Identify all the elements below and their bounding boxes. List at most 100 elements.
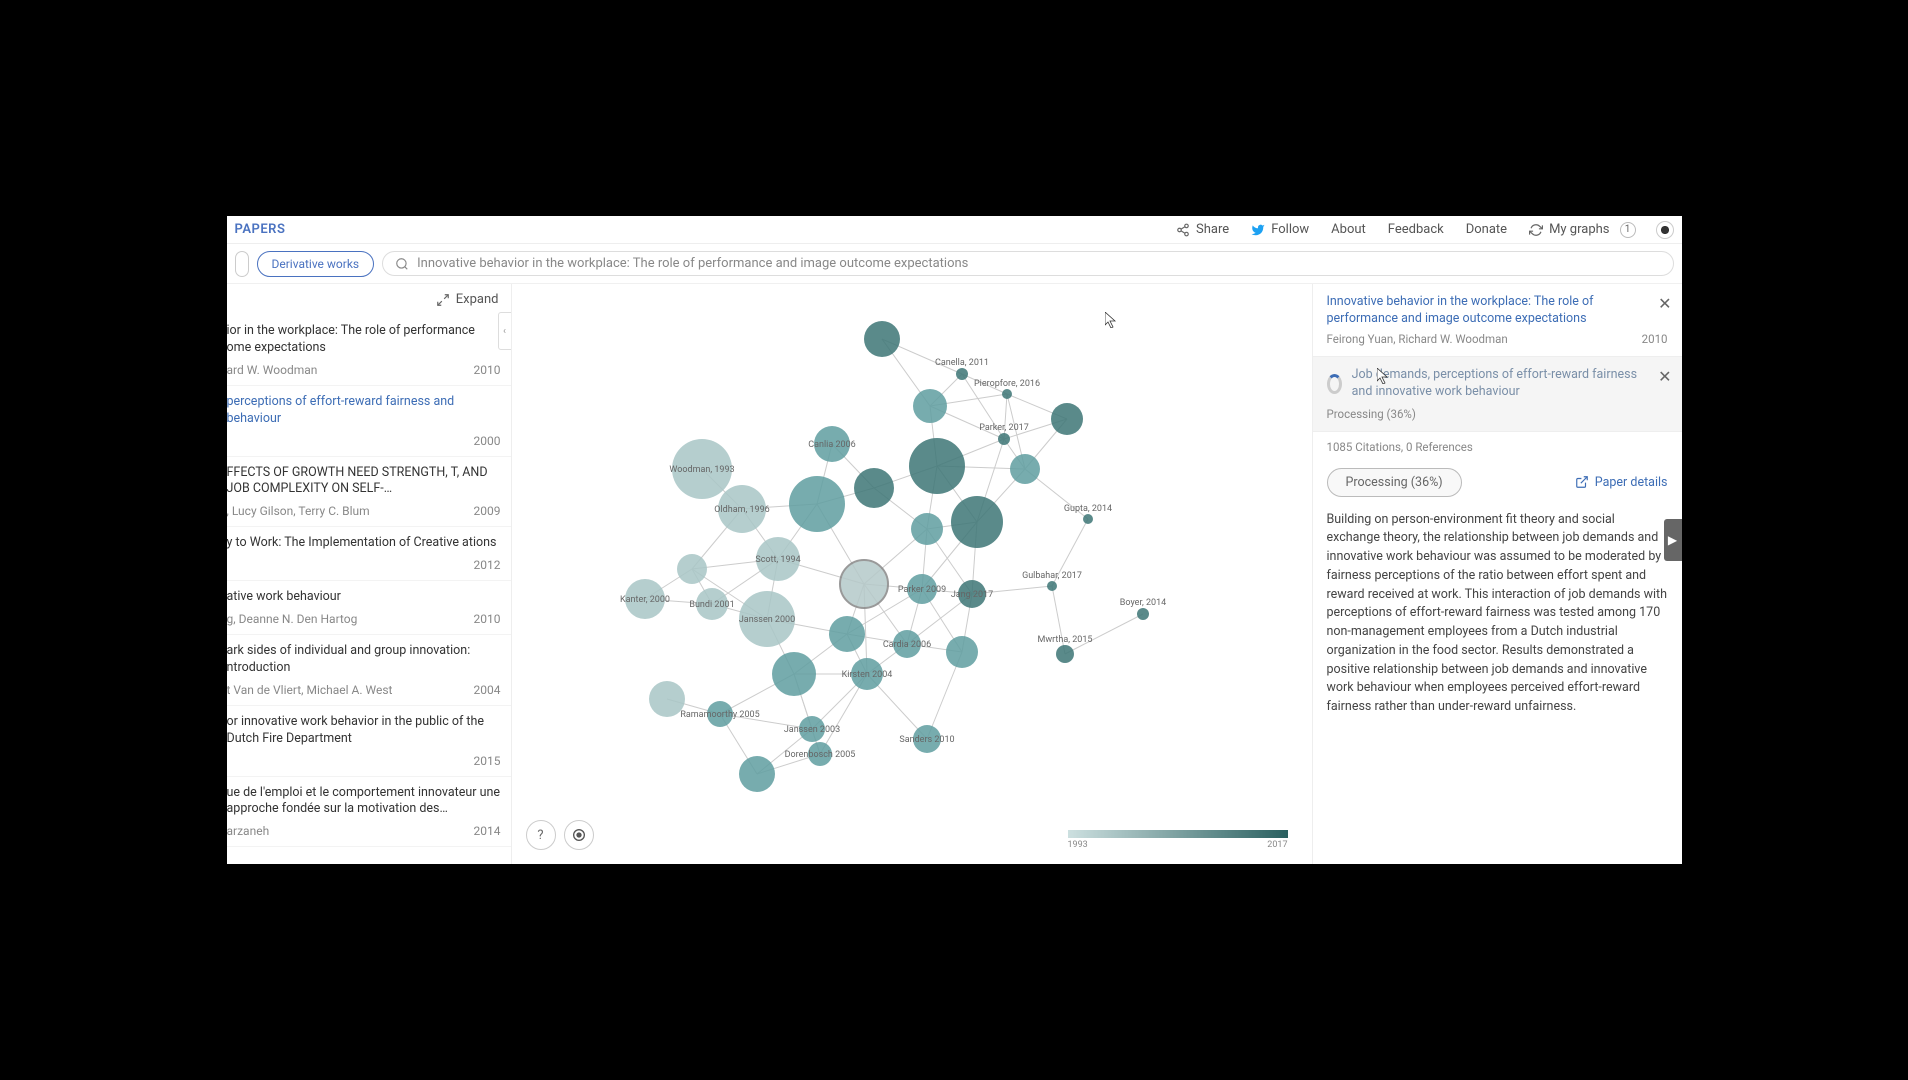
pill-button[interactable]: [235, 251, 249, 277]
svg-text:Boyer, 2014: Boyer, 2014: [1119, 598, 1165, 608]
year-legend: 1993 2017: [1068, 830, 1288, 850]
main: Expand ‹ ior in the workplace: The role …: [227, 284, 1682, 864]
graph-node[interactable]: [854, 468, 894, 508]
side-expand-arrow[interactable]: ▶: [1664, 519, 1682, 561]
processing-paper-card[interactable]: ✕ Job demands, perceptions of effort-rew…: [1313, 357, 1682, 432]
share-link[interactable]: Share: [1176, 222, 1229, 237]
app-window: PAPERS Share Follow About Feedback Donat…: [227, 216, 1682, 864]
graph-node[interactable]: [864, 321, 900, 357]
list-item[interactable]: ior in the workplace: The role of perfor…: [227, 315, 511, 386]
graph-node[interactable]: [772, 652, 816, 696]
svg-text:Gulbahar, 2017: Gulbahar, 2017: [1022, 571, 1082, 581]
share-label: Share: [1196, 222, 1229, 237]
processing-title: Job demands, perceptions of effort-rewar…: [1352, 367, 1668, 401]
list-item[interactable]: ue de l'emploi et le comportement innova…: [227, 777, 511, 848]
svg-text:Cardia 2006: Cardia 2006: [882, 640, 930, 650]
graph-panel[interactable]: Canella, 2011 Pieropfore, 2016 Parker, 201…: [512, 284, 1312, 864]
search-box[interactable]: [382, 251, 1673, 276]
origin-authors: Feirong Yuan, Richard W. Woodman: [1327, 332, 1508, 346]
svg-text:Dorenbosch 2005: Dorenbosch 2005: [784, 750, 855, 760]
graph-node[interactable]: [1056, 645, 1074, 663]
svg-text:Scott, 1994: Scott, 1994: [755, 555, 800, 565]
graph-node[interactable]: [1051, 403, 1083, 435]
list-item[interactable]: FFECTS OF GROWTH NEED STRENGTH, T, AND J…: [227, 457, 511, 528]
mygraphs-link[interactable]: My graphs 1: [1529, 222, 1635, 238]
left-sidebar: Expand ‹ ior in the workplace: The role …: [227, 284, 512, 864]
brand-logo: PAPERS: [235, 222, 286, 237]
citation-graph[interactable]: Canella, 2011 Pieropfore, 2016 Parker, 201…: [512, 284, 1312, 864]
help-button[interactable]: ?: [526, 820, 556, 850]
processing-status: Processing (36%): [1327, 407, 1668, 421]
graph-node[interactable]: [1047, 581, 1057, 591]
svg-text:Canlia 2006: Canlia 2006: [808, 440, 855, 450]
abstract-text: Building on person-environment fit theor…: [1313, 507, 1682, 731]
graph-node[interactable]: [1083, 514, 1093, 524]
graph-node[interactable]: [998, 433, 1010, 445]
paper-details-label: Paper details: [1595, 475, 1668, 490]
graph-node[interactable]: [913, 389, 947, 423]
origin-year: 2010: [1642, 332, 1668, 346]
svg-text:Canella, 2011: Canella, 2011: [934, 358, 988, 368]
graph-node[interactable]: [951, 496, 1003, 548]
graph-node[interactable]: [909, 438, 965, 494]
graph-node[interactable]: [1137, 608, 1149, 620]
mygraphs-count: 1: [1620, 222, 1636, 238]
graph-node[interactable]: [946, 636, 978, 668]
graph-node[interactable]: [739, 756, 775, 792]
svg-text:Oldham, 1996: Oldham, 1996: [714, 505, 769, 515]
svg-text:Bundi 2001: Bundi 2001: [689, 600, 734, 610]
follow-label: Follow: [1271, 222, 1309, 237]
share-icon: [1176, 223, 1190, 237]
svg-text:Janssen 2000: Janssen 2000: [738, 615, 794, 625]
donate-link[interactable]: Donate: [1466, 222, 1507, 237]
close-icon[interactable]: ✕: [1658, 294, 1671, 313]
locate-button[interactable]: [564, 820, 594, 850]
graph-node[interactable]: [789, 476, 845, 532]
graph-node[interactable]: [911, 513, 943, 545]
expand-label: Expand: [456, 292, 499, 307]
svg-text:Parker 2009: Parker 2009: [897, 585, 945, 595]
action-row: Processing (36%) Paper details: [1313, 462, 1682, 507]
list-item[interactable]: ative work behaviourg, Deanne N. Den Har…: [227, 581, 511, 635]
expand-button[interactable]: Expand: [227, 284, 511, 315]
svg-text:Kirsten 2004: Kirsten 2004: [841, 670, 892, 680]
list-item[interactable]: perceptions of effort-reward fairness an…: [227, 386, 511, 457]
feedback-link[interactable]: Feedback: [1388, 222, 1444, 237]
graph-node[interactable]: [1010, 454, 1040, 484]
search-icon: [395, 257, 409, 271]
about-link[interactable]: About: [1331, 222, 1366, 237]
list-item[interactable]: y to Work: The Implementation of Creativ…: [227, 527, 511, 581]
graph-node[interactable]: [829, 616, 865, 652]
list-item[interactable]: or innovative work behavior in the publi…: [227, 706, 511, 777]
svg-text:Pieropfore, 2016: Pieropfore, 2016: [973, 379, 1039, 389]
graph-controls: ?: [526, 820, 594, 850]
expand-icon: [436, 293, 450, 307]
svg-text:Woodman, 1993: Woodman, 1993: [669, 465, 734, 475]
graph-node[interactable]: [1002, 389, 1012, 399]
follow-link[interactable]: Follow: [1251, 222, 1309, 237]
svg-text:Ramamoorthy 2005: Ramamoorthy 2005: [680, 710, 759, 720]
right-panel: ✕ Innovative behavior in the workplace: …: [1312, 284, 1682, 864]
graph-node[interactable]: [956, 368, 968, 380]
paper-details-link[interactable]: Paper details: [1575, 475, 1668, 490]
mygraphs-label: My graphs: [1549, 222, 1609, 237]
legend-max: 2017: [1267, 840, 1287, 850]
svg-text:Parker, 2017: Parker, 2017: [979, 423, 1029, 433]
paper-list: ior in the workplace: The role of perfor…: [227, 315, 511, 847]
search-input[interactable]: [417, 256, 1660, 271]
graph-node[interactable]: [840, 560, 888, 608]
origin-paper-card[interactable]: ✕ Innovative behavior in the workplace: …: [1313, 284, 1682, 357]
settings-button[interactable]: [1656, 221, 1674, 239]
processing-pill: Processing (36%): [1327, 468, 1462, 497]
close-icon[interactable]: ✕: [1658, 367, 1671, 386]
twitter-icon: [1251, 223, 1265, 237]
svg-text:Kanter, 2000: Kanter, 2000: [620, 595, 670, 605]
list-item[interactable]: ark sides of individual and group innova…: [227, 635, 511, 706]
svg-text:Sanders 2010: Sanders 2010: [899, 735, 954, 745]
external-link-icon: [1575, 475, 1589, 489]
graph-node[interactable]: [677, 554, 707, 584]
svg-text:Mwrtha, 2015: Mwrtha, 2015: [1037, 635, 1092, 645]
derivative-works-chip[interactable]: Derivative works: [257, 251, 375, 277]
collapse-handle[interactable]: ‹: [498, 312, 512, 350]
topbar: PAPERS Share Follow About Feedback Donat…: [227, 216, 1682, 244]
